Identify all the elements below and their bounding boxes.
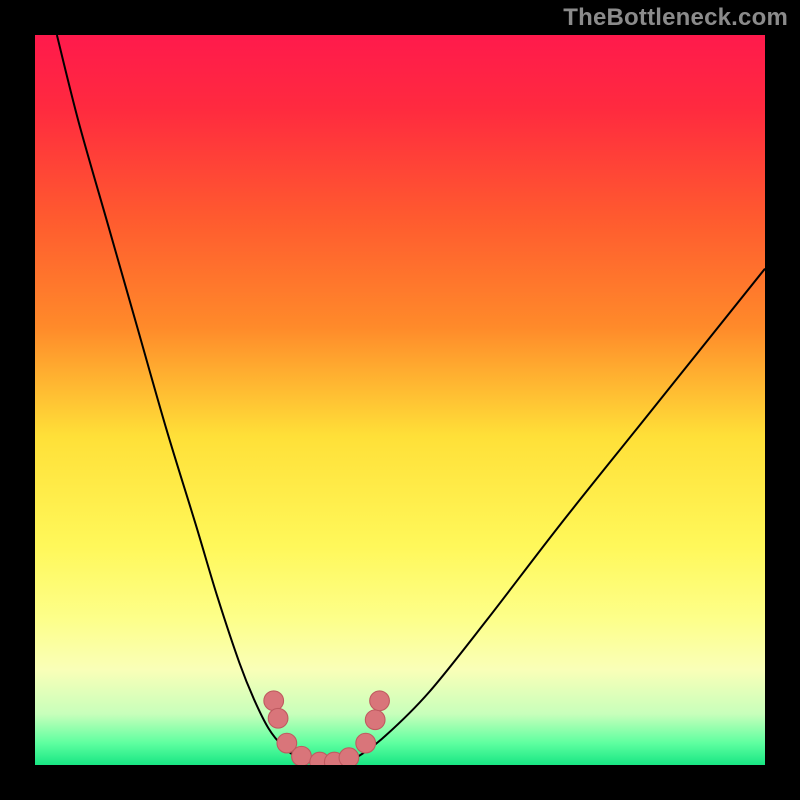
bottleneck-curve <box>57 35 765 764</box>
outer-frame: TheBottleneck.com <box>0 0 800 800</box>
curve-layer <box>35 35 765 765</box>
watermark-text: TheBottleneck.com <box>563 4 788 32</box>
plot-area <box>35 35 765 765</box>
curve-markers <box>264 691 390 765</box>
